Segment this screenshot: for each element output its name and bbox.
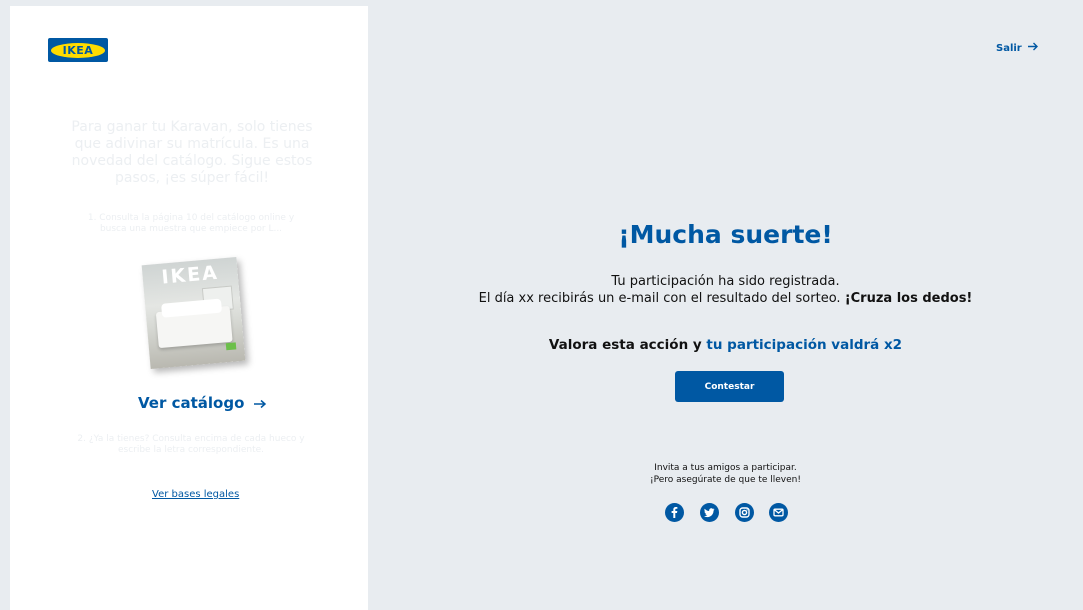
instagram-icon[interactable]	[735, 503, 754, 522]
catalog-tag	[225, 342, 237, 351]
valora-prefix: Valora esta acción y	[548, 337, 702, 353]
social-share-bar	[665, 503, 790, 523]
ver-catalogo-label: Ver catálogo	[138, 394, 245, 412]
valora-highlight: tu participación valdrá x2	[706, 337, 903, 353]
arrow-right-icon	[253, 395, 267, 413]
email-icon[interactable]	[769, 503, 788, 522]
valora-prompt: Valora esta acción y tu participación va…	[368, 337, 1083, 353]
step-2-text: 2. ¿Ya la tienes? Consulta encima de cad…	[77, 434, 305, 455]
step-1-text: 1. Consulta la página 10 del catálogo on…	[87, 213, 295, 234]
intro-text: Para ganar tu Karavan, solo tienes que a…	[71, 119, 313, 186]
ikea-logo-text: IKEA	[51, 42, 105, 58]
ikea-logo[interactable]: IKEA	[48, 38, 108, 62]
cruza-los-dedos: ¡Cruza los dedos!	[844, 291, 973, 306]
salir-label: Salir	[996, 43, 1022, 54]
salir-link[interactable]: Salir	[996, 42, 1039, 54]
facebook-icon[interactable]	[665, 503, 684, 522]
ver-bases-legales-link[interactable]: Ver bases legales	[152, 489, 239, 500]
twitter-icon[interactable]	[700, 503, 719, 522]
catalog-cover-image: IKEA	[141, 257, 246, 369]
left-panel: IKEA Para ganar tu Karavan, solo tienes …	[10, 6, 368, 610]
result-notice: El día xx recibirás un e-mail con el res…	[368, 291, 1083, 306]
contestar-button[interactable]: Contestar	[675, 371, 784, 402]
registration-confirmation: Tu participación ha sido registrada.	[611, 274, 840, 289]
result-notice-text: El día xx recibirás un e-mail con el res…	[478, 291, 841, 306]
arrow-right-icon	[1027, 42, 1039, 54]
invite-text-2: ¡Pero asegúrate de que te lleven!	[650, 475, 801, 485]
page-title: ¡Mucha suerte!	[618, 220, 833, 249]
ver-catalogo-link[interactable]: Ver catálogo	[138, 394, 267, 413]
invite-text-1: Invita a tus amigos a participar.	[654, 463, 797, 473]
